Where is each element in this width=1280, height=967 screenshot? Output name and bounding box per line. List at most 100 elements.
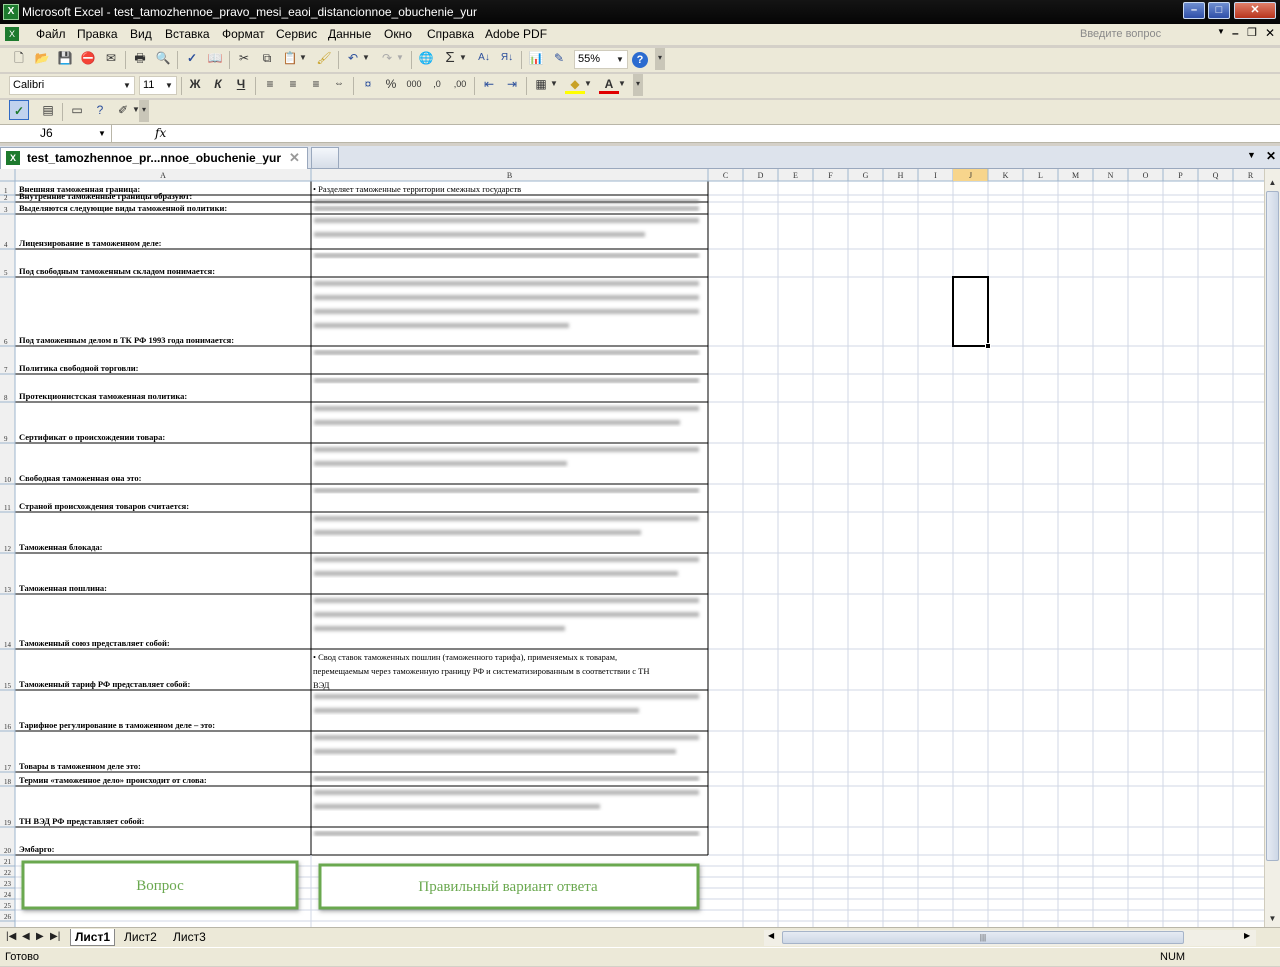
fill-color-icon[interactable]: ◆ (565, 74, 585, 94)
menu-data[interactable]: Данные (328, 27, 371, 41)
research-icon[interactable]: 📖 (205, 48, 225, 68)
undo-icon[interactable]: ↶ (343, 48, 363, 68)
column-header-k[interactable]: K (1003, 171, 1009, 180)
redo-icon[interactable]: ↷ (377, 48, 397, 68)
next-sheet-icon[interactable]: ▶ (36, 931, 44, 942)
row-header[interactable]: 4 (4, 241, 8, 249)
menu-insert[interactable]: Вставка (165, 27, 210, 41)
workbook-tab[interactable]: X test_tamozhennoe_pr...nnoe_obuchenie_y… (0, 147, 308, 169)
copy-icon[interactable]: ⧉ (257, 48, 277, 68)
minimize-button[interactable]: – (1183, 2, 1205, 19)
doc-restore-icon[interactable]: ❐ (1247, 26, 1257, 39)
format-painter-icon[interactable]: 🖌 (314, 48, 334, 68)
new-icon[interactable]: 🗋 (9, 48, 29, 68)
autosum-dropdown-icon[interactable]: ▼ (458, 48, 468, 68)
paste-icon[interactable]: 📋 (280, 48, 300, 68)
sort-ascending-icon[interactable]: A↓ (474, 48, 494, 68)
scroll-down-icon[interactable]: ▼ (1265, 911, 1280, 926)
undo-dropdown-icon[interactable]: ▼ (361, 48, 371, 68)
name-box[interactable]: J6 ▼ (0, 125, 112, 142)
scroll-up-icon[interactable]: ▲ (1265, 175, 1280, 190)
ask-dropdown-icon[interactable]: ▼ (1217, 27, 1225, 36)
underline-icon[interactable]: Ч (231, 74, 251, 94)
fx-icon[interactable]: fx (155, 126, 166, 140)
question-cell[interactable]: Таможенная пошлина: (19, 583, 107, 593)
increase-indent-icon[interactable]: ⇥ (502, 74, 522, 94)
borders-icon[interactable]: ▦ (531, 74, 551, 94)
answer-cell[interactable]: • Разделяет таможенные территории смежны… (313, 184, 521, 194)
toolbar-options-icon-3[interactable]: ▾ (139, 100, 149, 122)
vertical-scroll-thumb[interactable] (1266, 191, 1279, 861)
chart-wizard-icon[interactable]: 📊 (526, 48, 546, 68)
autosum-icon[interactable]: Σ (440, 48, 460, 68)
selected-cell[interactable] (952, 276, 989, 347)
horizontal-scrollbar[interactable]: ◀ ||| ▶ (764, 930, 1256, 946)
column-header-f[interactable]: F (828, 171, 833, 180)
menu-adobe-pdf[interactable]: Adobe PDF (485, 27, 547, 41)
question-cell[interactable]: Протекционистская таможенная политика: (19, 391, 187, 401)
thousands-icon[interactable]: 000 (404, 74, 424, 94)
question-cell[interactable]: Внутренние таможенные границы образуют: (19, 191, 192, 201)
question-cell[interactable]: Лицензирование в таможенном деле: (19, 238, 162, 248)
row-header[interactable]: 15 (4, 682, 12, 690)
zoom-select[interactable]: 55% ▼ (574, 50, 628, 69)
row-header[interactable]: 23 (4, 880, 12, 888)
toolbar-options-icon-2[interactable]: ▾ (633, 74, 643, 96)
decrease-indent-icon[interactable]: ⇤ (479, 74, 499, 94)
open-icon[interactable]: 📂 (32, 48, 52, 68)
question-cell[interactable]: Таможенная блокада: (19, 542, 103, 552)
scroll-left-icon[interactable]: ◀ (768, 931, 774, 940)
row-header[interactable]: 5 (4, 269, 8, 277)
menu-tools[interactable]: Сервис (276, 27, 317, 41)
doc-close-icon[interactable]: ✕ (1265, 26, 1275, 40)
row-header[interactable]: 9 (4, 435, 8, 443)
row-header[interactable]: 11 (4, 504, 11, 512)
prev-sheet-icon[interactable]: ◀ (22, 931, 30, 942)
increase-decimal-icon[interactable]: ,0 (427, 74, 447, 94)
align-right-icon[interactable]: ≡ (306, 74, 326, 94)
email-icon[interactable]: ✉ (101, 48, 121, 68)
row-header[interactable]: 25 (4, 902, 12, 910)
row-header[interactable]: 2 (4, 194, 8, 202)
question-cell[interactable]: ТН ВЭД РФ представляет собой: (19, 816, 145, 826)
question-cell[interactable]: Выделяются следующие виды таможенной пол… (19, 203, 227, 213)
workbook-icon[interactable]: X (5, 27, 19, 41)
doc-minimize-icon[interactable]: – (1232, 26, 1239, 40)
column-header-r[interactable]: R (1248, 171, 1254, 180)
excel-app-icon[interactable]: X (3, 4, 19, 20)
question-cell[interactable]: Термин «таможенное дело» происходит от с… (19, 775, 207, 785)
row-header[interactable]: 24 (4, 891, 12, 899)
align-left-icon[interactable]: ≡ (260, 74, 280, 94)
column-header-c[interactable]: C (723, 171, 728, 180)
font-size-dropdown-icon[interactable]: ▼ (163, 77, 175, 94)
sheet-tab-1[interactable]: Лист1 (70, 929, 116, 946)
percent-icon[interactable]: % (381, 74, 401, 94)
row-header[interactable]: 12 (4, 545, 12, 553)
print-preview-icon[interactable]: 🔍 (153, 48, 173, 68)
font-size-select[interactable]: 11 ▼ (139, 76, 177, 95)
scroll-right-icon[interactable]: ▶ (1244, 931, 1250, 940)
question-cell[interactable]: Таможенный союз представляет собой: (19, 638, 170, 648)
question-cell[interactable]: Сертификат о происхождении товара: (19, 432, 165, 442)
column-header-p[interactable]: P (1178, 171, 1183, 180)
sheet-canvas[interactable]: A B C D E F G H I J K L M N O P Q R1234567891011121314151… (0, 169, 1264, 927)
column-header-j[interactable]: J (969, 171, 972, 180)
menu-window[interactable]: Окно (384, 27, 412, 41)
toolbar-options-icon[interactable]: ▾ (655, 48, 665, 70)
question-cell[interactable]: Свободная таможенная она это: (19, 473, 142, 483)
row-header[interactable]: 20 (4, 847, 12, 855)
first-sheet-icon[interactable]: |◀ (6, 931, 16, 942)
row-header[interactable]: 16 (4, 723, 12, 731)
question-cell[interactable]: Товары в таможенном деле это: (19, 761, 141, 771)
row-header[interactable]: 21 (4, 858, 12, 866)
maximize-button[interactable]: □ (1208, 2, 1230, 19)
save-icon[interactable]: 💾 (55, 48, 75, 68)
menu-file[interactable]: Файл (36, 27, 66, 41)
control-properties-icon[interactable]: ▤ (38, 100, 58, 120)
sheet-tab-3[interactable]: Лист3 (169, 929, 210, 946)
sort-descending-icon[interactable]: Я↓ (497, 48, 517, 68)
question-cell[interactable]: Страной происхождения товаров считается: (19, 501, 189, 511)
column-header-e[interactable]: E (793, 171, 798, 180)
row-header[interactable]: 3 (4, 206, 8, 214)
fill-color-dropdown-icon[interactable]: ▼ (583, 74, 593, 94)
